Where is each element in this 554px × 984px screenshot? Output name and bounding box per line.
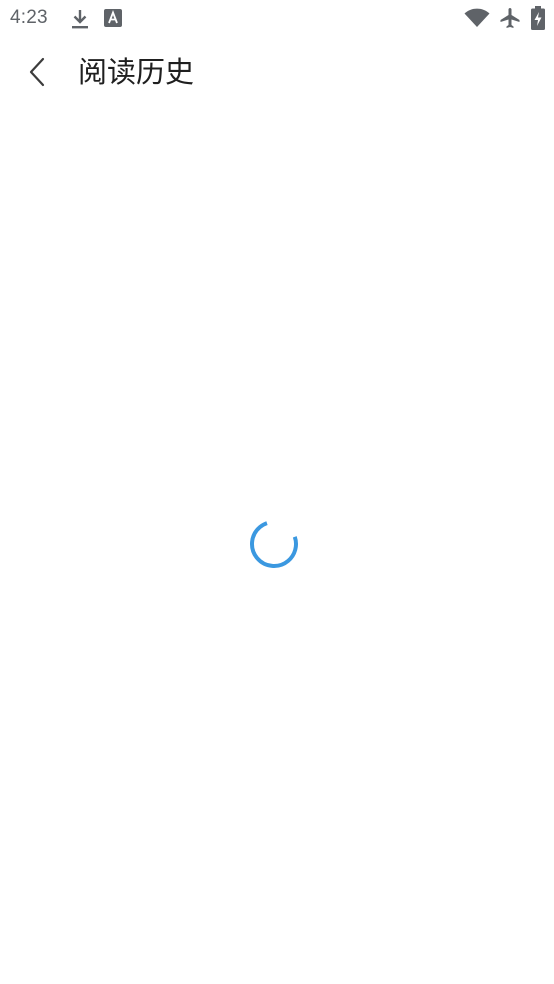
chevron-left-icon	[29, 57, 45, 87]
loading-spinner	[248, 518, 300, 570]
wifi-icon	[464, 8, 490, 28]
page-title: 阅读历史	[78, 55, 195, 89]
reading-history-content	[0, 106, 554, 984]
app-bar: 阅读历史	[0, 38, 554, 106]
status-time: 4:23	[10, 7, 48, 28]
back-button[interactable]	[14, 48, 62, 96]
download-icon	[70, 8, 90, 30]
airplane-mode-icon	[498, 6, 522, 30]
translate-a-icon	[104, 9, 122, 27]
app-screen: 4:23 阅读历史	[0, 0, 554, 984]
status-bar: 4:23	[0, 0, 554, 38]
battery-charging-icon	[531, 6, 545, 30]
